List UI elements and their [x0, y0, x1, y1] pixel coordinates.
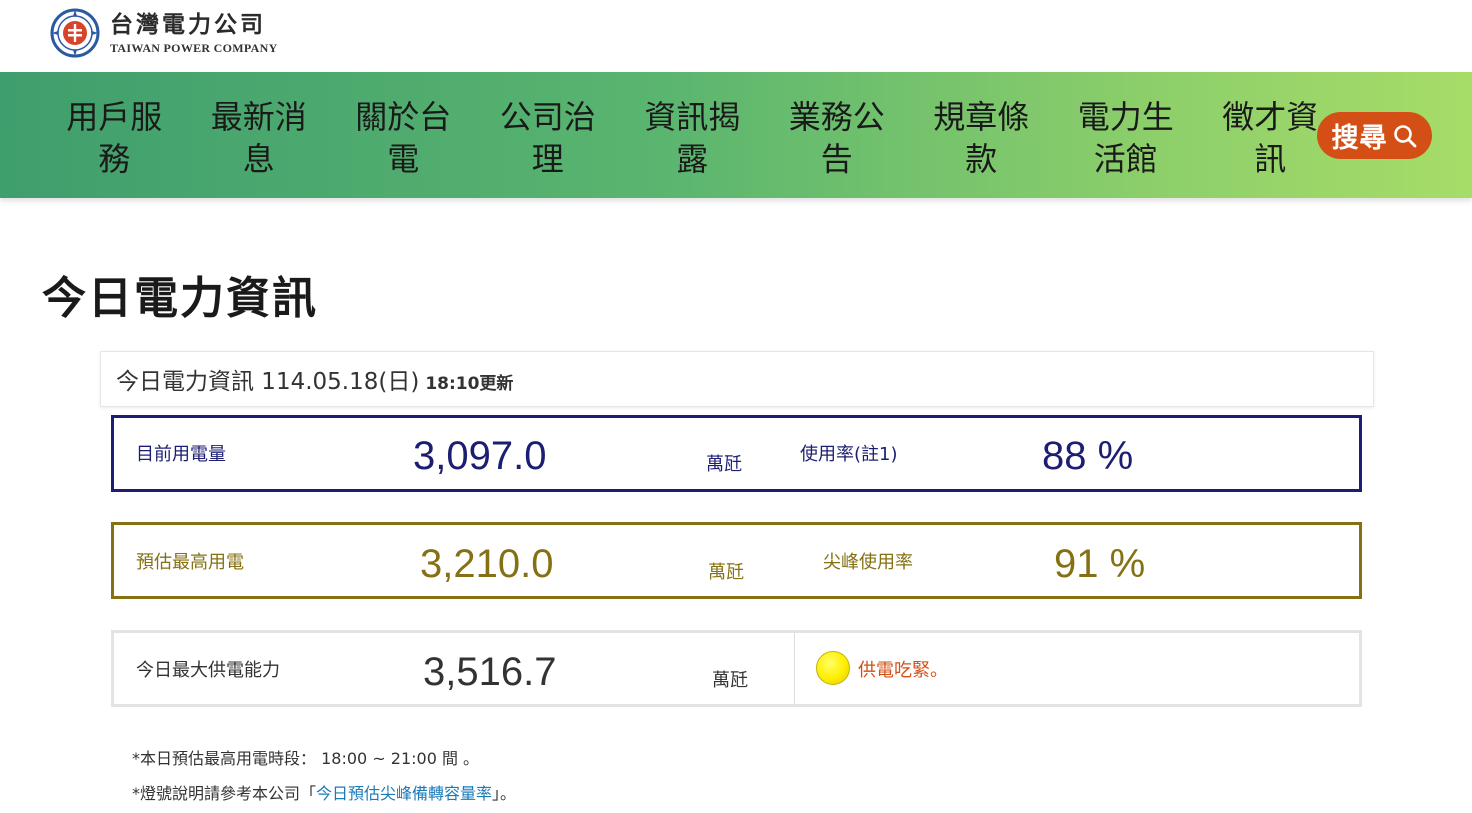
- supply-capacity-label: 今日最大供電能力: [136, 660, 280, 681]
- current-load-value: 3,097.0: [413, 434, 547, 478]
- search-icon: [1393, 124, 1416, 147]
- site-header: 台灣電力公司 TAIWAN POWER COMPANY: [0, 0, 1472, 72]
- info-header: 今日電力資訊 114.05.18(日) 18:10更新: [100, 351, 1374, 407]
- supply-capacity-value: 3,516.7: [423, 650, 557, 694]
- supply-capacity-unit: 萬瓩: [712, 670, 748, 691]
- peak-forecast-row: 預估最高用電 3,210.0 萬瓩 尖峰使用率 91 %: [111, 522, 1362, 599]
- current-usage-rate-label[interactable]: 使用率(註1): [800, 440, 898, 466]
- peak-usage-rate-value: 91 %: [1054, 542, 1146, 586]
- nav-item-customer-service[interactable]: 用戶服務: [42, 96, 187, 180]
- row-divider: [794, 633, 795, 704]
- supply-status-light-icon: [816, 651, 850, 685]
- nav-item-power-life[interactable]: 電力生 活館: [1054, 96, 1199, 180]
- current-load-label: 目前用電量: [136, 444, 226, 465]
- supply-status-text: 供電吃緊。: [858, 660, 948, 681]
- reserve-margin-link[interactable]: 今日預估尖峰備轉容量率: [316, 784, 492, 803]
- nav-items: 用戶服務 最新消息 關於台電 公司治理 資訊揭露 業務公告 規章條款 電力生 活館…: [42, 96, 1343, 180]
- taipower-logo-icon: [50, 8, 100, 58]
- info-update-time: 18:10更新: [425, 373, 514, 394]
- peak-forecast-value: 3,210.0: [420, 542, 554, 586]
- peak-forecast-label: 預估最高用電: [136, 552, 244, 573]
- peak-usage-rate-label: 尖峰使用率: [823, 552, 913, 573]
- current-load-row: 目前用電量 3,097.0 萬瓩 使用率(註1) 88 %: [111, 415, 1362, 492]
- current-usage-rate-value: 88 %: [1042, 434, 1134, 478]
- search-label: 搜尋: [1331, 123, 1388, 154]
- supply-capacity-row: 今日最大供電能力 3,516.7 萬瓩 供電吃緊。: [111, 630, 1362, 707]
- logo-name-en: TAIWAN POWER COMPANY: [110, 40, 278, 55]
- current-load-unit: 萬瓩: [706, 454, 742, 475]
- search-button[interactable]: 搜尋: [1317, 112, 1432, 159]
- site-logo[interactable]: 台灣電力公司 TAIWAN POWER COMPANY: [50, 8, 278, 58]
- peak-forecast-unit: 萬瓩: [708, 562, 744, 583]
- light-legend-note: *燈號說明請參考本公司「今日預估尖峰備轉容量率」。: [132, 784, 517, 803]
- main-nav: 用戶服務 最新消息 關於台電 公司治理 資訊揭露 業務公告 規章條款 電力生 活館…: [0, 72, 1472, 198]
- nav-item-disclosure[interactable]: 資訊揭露: [620, 96, 765, 180]
- nav-item-announcements[interactable]: 業務公告: [765, 96, 910, 180]
- info-date: 今日電力資訊 114.05.18(日): [116, 369, 420, 395]
- logo-name-cn: 台灣電力公司: [110, 10, 266, 38]
- nav-item-regulations[interactable]: 規章條款: [909, 96, 1054, 180]
- peak-time-note: *本日預估最高用電時段： 18:00 ~ 21:00 間 。: [132, 749, 480, 768]
- nav-item-news[interactable]: 最新消息: [187, 96, 332, 180]
- nav-item-about[interactable]: 關於台電: [331, 96, 476, 180]
- nav-item-governance[interactable]: 公司治理: [476, 96, 621, 180]
- page-title: 今日電力資訊: [42, 273, 318, 324]
